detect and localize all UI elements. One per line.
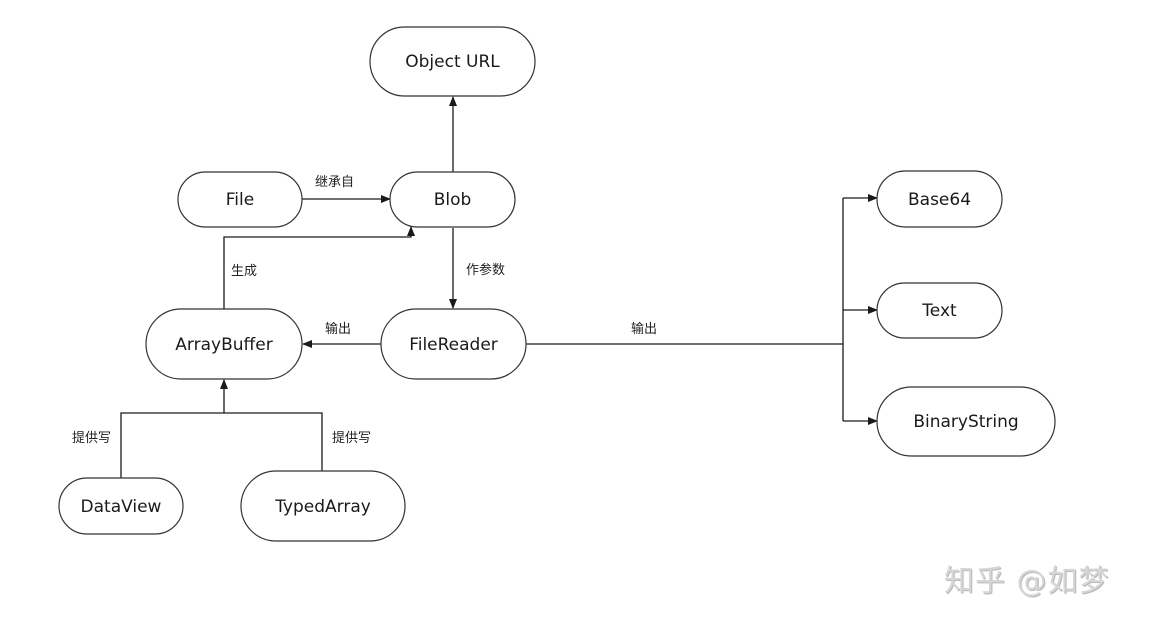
node-arraybuffer[interactable]: ArrayBuffer xyxy=(145,308,303,380)
node-binarystring-label: BinaryString xyxy=(913,412,1018,432)
node-filereader-label: FileReader xyxy=(409,335,498,355)
watermark: 知乎 @如梦 xyxy=(944,564,1110,599)
label-provide-write-left: 提供写 xyxy=(72,430,111,446)
node-arraybuffer-label: ArrayBuffer xyxy=(175,335,272,355)
node-base64[interactable]: Base64 xyxy=(876,170,1003,228)
node-blob[interactable]: Blob xyxy=(389,171,516,228)
node-text-label: Text xyxy=(921,301,957,321)
node-file[interactable]: File xyxy=(177,171,303,228)
label-generates: 生成 xyxy=(231,264,257,279)
node-binarystring[interactable]: BinaryString xyxy=(876,386,1056,457)
label-as-param: 作参数 xyxy=(466,262,505,278)
node-dataview[interactable]: DataView xyxy=(58,477,184,535)
node-object-url-label: Object URL xyxy=(405,52,500,72)
node-typedarray-label: TypedArray xyxy=(274,497,371,517)
node-typedarray[interactable]: TypedArray xyxy=(240,470,406,542)
node-object-url[interactable]: Object URL xyxy=(369,26,536,97)
node-blob-label: Blob xyxy=(434,190,472,210)
diagram-canvas: 继承自 生成 作参数 输出 输出 提供写 提供写 Object URL File… xyxy=(58,26,1056,542)
node-dataview-label: DataView xyxy=(81,497,162,517)
edges xyxy=(120,96,878,478)
edge-dataview-to-join xyxy=(120,412,323,478)
node-file-label: File xyxy=(226,190,254,210)
node-base64-label: Base64 xyxy=(908,190,971,210)
node-filereader[interactable]: FileReader xyxy=(380,308,527,380)
label-output-left: 输出 xyxy=(325,321,351,337)
label-output-right: 输出 xyxy=(631,321,657,337)
node-text[interactable]: Text xyxy=(876,282,1003,339)
label-inherits: 继承自 xyxy=(315,175,354,190)
label-provide-write-right: 提供写 xyxy=(332,430,371,446)
edge-labels: 继承自 生成 作参数 输出 输出 提供写 提供写 xyxy=(72,175,657,446)
